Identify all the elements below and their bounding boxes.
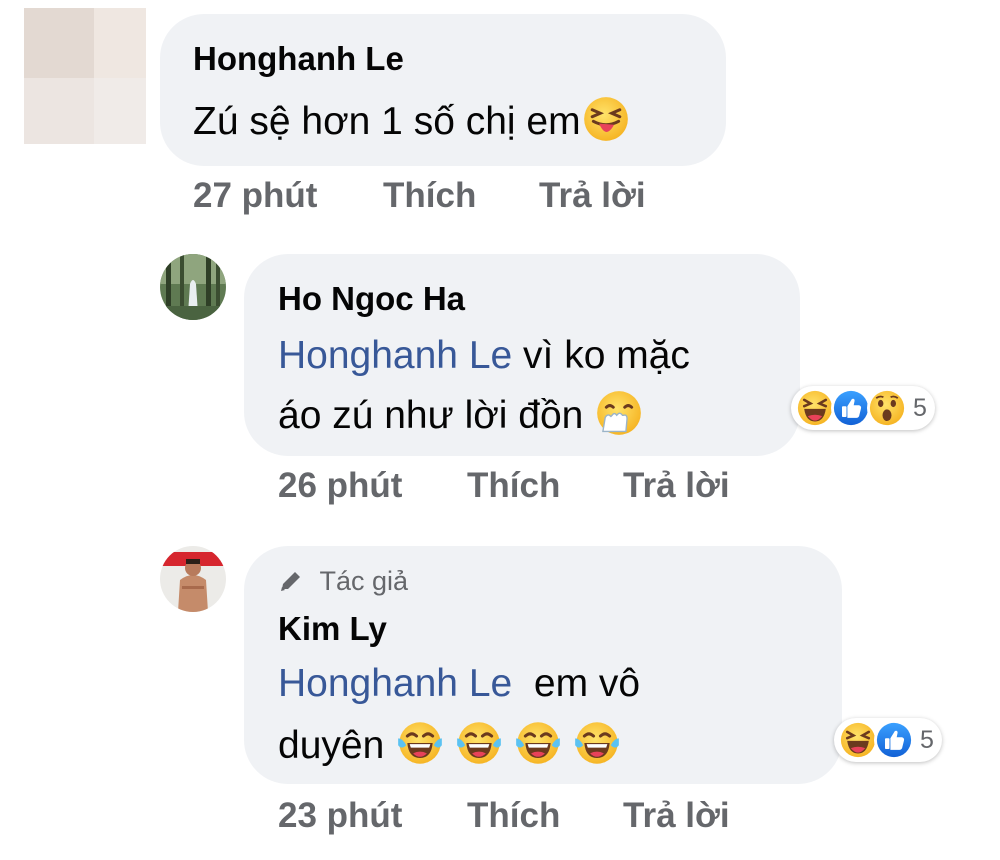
like-icon <box>874 720 914 760</box>
avatar[interactable] <box>160 546 226 612</box>
avatar-magazine-cover-image <box>160 546 226 612</box>
reaction-summary[interactable]: 5 <box>791 386 935 430</box>
wow-icon <box>867 388 907 428</box>
comment-3: Tác giả Kim Ly Honghanh Le em vô duyên 5… <box>0 540 1000 860</box>
like-icon <box>831 388 871 428</box>
haha-icon <box>795 388 835 428</box>
comment-2: Ho Ngoc Ha Honghanh Le vì ko mặc áo zú n… <box>0 240 1000 530</box>
squinting-tongue-icon <box>583 97 628 141</box>
comment-text-line-1: Honghanh Le em vô <box>278 662 641 705</box>
comment-time[interactable]: 23 phút <box>278 796 402 836</box>
face-with-hand-over-mouth-icon <box>597 391 642 435</box>
comment-author[interactable]: Ho Ngoc Ha <box>278 280 465 318</box>
comment-text-line-2: duyên <box>278 720 620 768</box>
avatar-forest-image <box>160 254 226 320</box>
like-link[interactable]: Thích <box>467 796 560 836</box>
avatar-blurred[interactable] <box>24 8 146 144</box>
tears-of-joy-icon <box>457 722 501 764</box>
comment-author[interactable]: Honghanh Le <box>193 40 404 78</box>
comment-text: Zú sệ hơn 1 số chị em <box>193 96 629 144</box>
reply-link[interactable]: Trả lời <box>623 796 730 836</box>
tears-of-joy-icon <box>574 722 619 764</box>
reply-link[interactable]: Trả lời <box>623 466 730 506</box>
like-link[interactable]: Thích <box>467 466 560 506</box>
author-badge: Tác giả <box>278 566 408 597</box>
avatar[interactable] <box>160 254 226 320</box>
tears-of-joy-icon <box>398 722 442 764</box>
haha-icon <box>838 720 878 760</box>
mention-link[interactable]: Honghanh Le <box>278 334 512 377</box>
tears-of-joy-icon <box>515 722 560 764</box>
comment-author[interactable]: Kim Ly <box>278 610 387 648</box>
comment-1: Honghanh Le Zú sệ hơn 1 số chị em 27 phú… <box>0 0 1000 230</box>
comment-time[interactable]: 26 phút <box>278 466 402 506</box>
like-link[interactable]: Thích <box>383 176 476 216</box>
reply-link[interactable]: Trả lời <box>539 176 646 216</box>
reaction-summary[interactable]: 5 <box>834 718 942 762</box>
comment-time[interactable]: 27 phút <box>193 176 317 216</box>
reaction-count: 5 <box>920 725 934 754</box>
comment-text-line-1: Honghanh Le vì ko mặc <box>278 334 690 377</box>
comment-text-line-2: áo zú như lời đồn <box>278 390 642 438</box>
reaction-count: 5 <box>913 393 927 422</box>
pencil-icon <box>281 572 300 591</box>
mention-link[interactable]: Honghanh Le <box>278 662 512 705</box>
